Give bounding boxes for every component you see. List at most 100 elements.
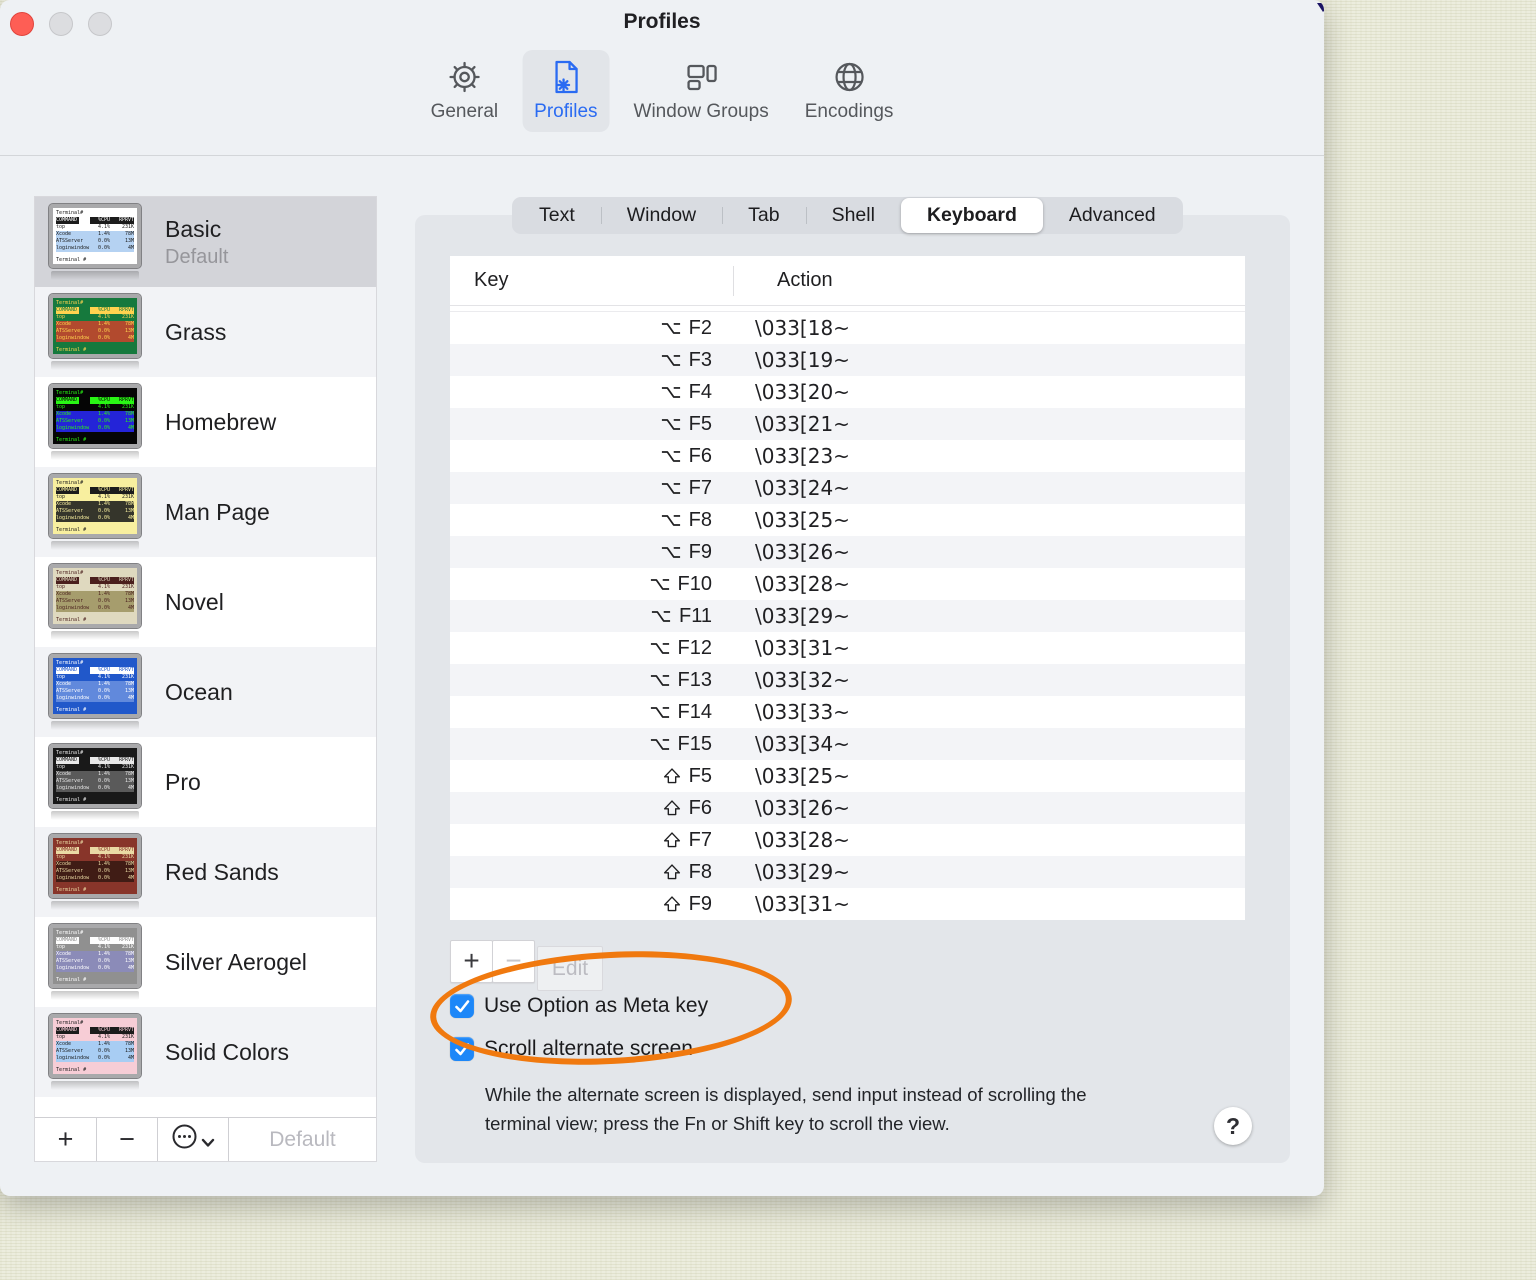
- shortcut-action: \033[25~: [755, 764, 850, 788]
- shortcut-row[interactable]: F9 \033[26~: [450, 536, 1245, 568]
- scroll-alternate-screen-label: Scroll alternate screen: [484, 1037, 693, 1060]
- shortcut-row[interactable]: F5 \033[21~: [450, 408, 1245, 440]
- profile-item-homebrew[interactable]: Terminal# COMMAND %CPU RPRVT top 4.1% 231K Xcod…: [35, 377, 376, 467]
- profile-name: Silver Aerogel: [165, 948, 307, 975]
- profile-thumbnail: Terminal# COMMAND %CPU RPRVT top 4.1% 231K Xcod…: [48, 743, 142, 820]
- add-profile-button[interactable]: +: [35, 1118, 97, 1161]
- tab-window[interactable]: Window: [600, 198, 722, 233]
- shortcut-row[interactable]: F6 \033[23~: [450, 440, 1245, 472]
- window-title: Profiles: [623, 10, 701, 33]
- profile-item-basic[interactable]: Terminal# COMMAND %CPU RPRVT top 4.1% 231K Xcod…: [35, 197, 376, 287]
- option-key-icon: [650, 672, 670, 689]
- shortcut-row[interactable]: F6 \033[26~: [450, 792, 1245, 824]
- tab-tab[interactable]: Tab: [722, 198, 805, 233]
- shortcut-key: F4: [450, 381, 733, 404]
- set-default-button[interactable]: Default: [229, 1118, 376, 1161]
- window-groups-icon: [682, 58, 720, 96]
- help-button[interactable]: ?: [1214, 1107, 1252, 1145]
- shortcut-action: \033[18~: [755, 316, 850, 340]
- toolbar-item-general[interactable]: General: [419, 50, 511, 132]
- shortcut-row[interactable]: F10 \033[28~: [450, 568, 1245, 600]
- shortcut-key: F14: [450, 701, 733, 724]
- shortcut-row[interactable]: F7 \033[28~: [450, 824, 1245, 856]
- toolbar-label-general: General: [430, 101, 499, 122]
- toolbar-item-window-groups[interactable]: Window Groups: [622, 50, 781, 132]
- tab-text[interactable]: Text: [513, 198, 601, 233]
- shortcut-key: F7: [450, 829, 733, 852]
- shortcut-row[interactable]: F2 \033[18~: [450, 312, 1245, 344]
- add-key-button[interactable]: +: [450, 940, 493, 983]
- toolbar-label-profiles: Profiles: [534, 101, 598, 122]
- tab-keyboard[interactable]: Keyboard: [900, 198, 1043, 233]
- profile-name: Pro: [165, 768, 201, 795]
- shift-key-icon: [663, 799, 681, 817]
- profile-name: Ocean: [165, 678, 233, 705]
- shortcut-row[interactable]: F9 \033[31~: [450, 888, 1245, 920]
- edit-key-button[interactable]: Edit: [537, 946, 603, 991]
- table-header: Key Action: [450, 256, 1245, 306]
- column-header-key[interactable]: Key: [474, 269, 508, 292]
- profile-list-footer: + − Default: [35, 1117, 376, 1161]
- profile-item-solid-colors[interactable]: Terminal# COMMAND %CPU RPRVT top 4.1% 231K Xcod…: [35, 1007, 376, 1097]
- tab-bar: Text Window Tab Shell Keyboard Advanced: [512, 197, 1183, 234]
- toolbar-item-encodings[interactable]: Encodings: [793, 50, 906, 132]
- profile-item-novel[interactable]: Terminal# COMMAND %CPU RPRVT top 4.1% 231K Xcod…: [35, 557, 376, 647]
- profile-document-icon: [547, 58, 585, 96]
- shortcut-action: \033[28~: [755, 572, 850, 596]
- tab-advanced[interactable]: Advanced: [1043, 198, 1182, 233]
- profile-item-silver-aerogel[interactable]: Terminal# COMMAND %CPU RPRVT top 4.1% 231K Xcod…: [35, 917, 376, 1007]
- more-options-button[interactable]: [158, 1118, 229, 1161]
- shortcut-key: F2: [450, 317, 733, 340]
- shortcut-row[interactable]: F8 \033[25~: [450, 504, 1245, 536]
- shortcut-key: F9: [450, 893, 733, 916]
- column-header-action[interactable]: Action: [777, 269, 833, 292]
- option-key-icon: [651, 608, 671, 625]
- shortcut-action: \033[21~: [755, 412, 850, 436]
- profile-name: Solid Colors: [165, 1038, 289, 1065]
- shortcut-row[interactable]: F3 \033[19~: [450, 344, 1245, 376]
- shortcut-key: F10: [450, 573, 733, 596]
- toolbar-label-encodings: Encodings: [804, 101, 894, 122]
- column-divider[interactable]: [733, 266, 734, 296]
- shortcut-row[interactable]: F12 \033[31~: [450, 632, 1245, 664]
- shortcut-row[interactable]: F15 \033[34~: [450, 728, 1245, 760]
- option-key-icon: [661, 544, 681, 561]
- option-key-icon: [650, 576, 670, 593]
- option-key-icon: [661, 352, 681, 369]
- shortcut-key: F7: [450, 477, 733, 500]
- shortcut-row[interactable]: F7 \033[24~: [450, 472, 1245, 504]
- shortcut-row[interactable]: F8 \033[29~: [450, 856, 1245, 888]
- shortcut-row[interactable]: F13 \033[32~: [450, 664, 1245, 696]
- profile-default-badge: Default: [165, 245, 229, 268]
- option-key-icon: [661, 448, 681, 465]
- remove-profile-button[interactable]: −: [97, 1118, 158, 1161]
- option-key-icon: [661, 320, 681, 337]
- shortcut-action: \033[20~: [755, 380, 850, 404]
- profile-item-man-page[interactable]: Terminal# COMMAND %CPU RPRVT top 4.1% 231K Xcod…: [35, 467, 376, 557]
- shift-key-icon: [663, 895, 681, 913]
- profile-item-grass[interactable]: Terminal# COMMAND %CPU RPRVT top 4.1% 231K Xcod…: [35, 287, 376, 377]
- tab-label: Window: [626, 204, 697, 226]
- scroll-alternate-screen-checkbox[interactable]: [450, 1037, 474, 1061]
- shortcut-action: \033[31~: [755, 892, 850, 916]
- tab-shell[interactable]: Shell: [805, 198, 901, 233]
- profile-item-pro[interactable]: Terminal# COMMAND %CPU RPRVT top 4.1% 231K Xcod…: [35, 737, 376, 827]
- toolbar-item-profiles[interactable]: Profiles: [522, 50, 610, 132]
- shortcut-action: \033[32~: [755, 668, 850, 692]
- shortcut-key: F3: [450, 349, 733, 372]
- tab-label: Advanced: [1068, 204, 1156, 226]
- globe-icon: [830, 58, 868, 96]
- profile-thumbnail: Terminal# COMMAND %CPU RPRVT top 4.1% 231K Xcod…: [48, 833, 142, 910]
- profile-name: Novel: [165, 588, 224, 615]
- use-option-as-meta-key-checkbox[interactable]: [450, 994, 474, 1018]
- tab-label: Shell: [831, 204, 875, 226]
- profile-item-ocean[interactable]: Terminal# COMMAND %CPU RPRVT top 4.1% 231K Xcod…: [35, 647, 376, 737]
- shortcut-row[interactable]: F5 \033[25~: [450, 760, 1245, 792]
- shortcut-action: \033[26~: [755, 540, 850, 564]
- profile-item-red-sands[interactable]: Terminal# COMMAND %CPU RPRVT top 4.1% 231K Xcod…: [35, 827, 376, 917]
- option-key-icon: [661, 512, 681, 529]
- shortcut-row[interactable]: F11 \033[29~: [450, 600, 1245, 632]
- shortcut-row[interactable]: F14 \033[33~: [450, 696, 1245, 728]
- shortcut-row[interactable]: F4 \033[20~: [450, 376, 1245, 408]
- remove-key-button[interactable]: −: [492, 940, 535, 983]
